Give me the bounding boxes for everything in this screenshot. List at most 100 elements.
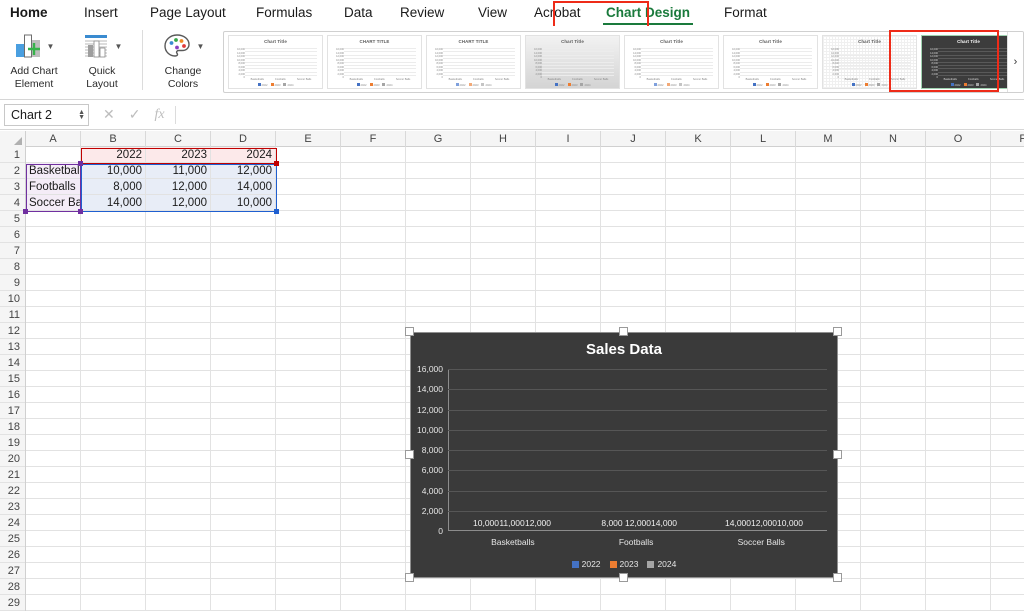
legend-item-2024[interactable]: 2024 [647, 559, 676, 569]
cell-J9[interactable] [601, 275, 666, 291]
cell-E19[interactable] [276, 435, 341, 451]
cell-O6[interactable] [926, 227, 991, 243]
chart-title[interactable]: Sales Data [411, 341, 837, 358]
cell-B4[interactable]: 14,000 [81, 195, 146, 211]
cell-F7[interactable] [341, 243, 406, 259]
cell-I2[interactable] [536, 163, 601, 179]
cell-J7[interactable] [601, 243, 666, 259]
row-header-23[interactable]: 23 [0, 499, 25, 515]
column-header-A[interactable]: A [26, 131, 81, 147]
cell-B5[interactable] [81, 211, 146, 227]
cell-P26[interactable] [991, 547, 1024, 563]
cell-C3[interactable]: 12,000 [146, 179, 211, 195]
select-all-corner-button[interactable] [0, 131, 26, 147]
cell-B3[interactable]: 8,000 [81, 179, 146, 195]
cell-C24[interactable] [146, 515, 211, 531]
cell-P28[interactable] [991, 579, 1024, 595]
cell-A21[interactable] [26, 467, 81, 483]
cell-H5[interactable] [471, 211, 536, 227]
plot-area[interactable]: 10,000 11,000 12,000 8,000 12,000 14,000 14,00… [417, 364, 827, 536]
cell-B24[interactable] [81, 515, 146, 531]
cell-K8[interactable] [666, 259, 731, 275]
column-header-P[interactable]: P [991, 131, 1024, 147]
cell-P29[interactable] [991, 595, 1024, 611]
cell-F27[interactable] [341, 563, 406, 579]
cell-B2[interactable]: 10,000 [81, 163, 146, 179]
cell-F22[interactable] [341, 483, 406, 499]
row-header-2[interactable]: 2 [0, 163, 25, 179]
cell-O11[interactable] [926, 307, 991, 323]
cell-O4[interactable] [926, 195, 991, 211]
cell-F16[interactable] [341, 387, 406, 403]
column-header-M[interactable]: M [796, 131, 861, 147]
cell-B27[interactable] [81, 563, 146, 579]
cell-A14[interactable] [26, 355, 81, 371]
cell-I4[interactable] [536, 195, 601, 211]
cell-E18[interactable] [276, 419, 341, 435]
cell-F26[interactable] [341, 547, 406, 563]
column-header-F[interactable]: F [341, 131, 406, 147]
cell-A3[interactable]: Footballs [26, 179, 81, 195]
insert-function-icon[interactable]: fx [154, 107, 164, 123]
cell-E8[interactable] [276, 259, 341, 275]
cell-B7[interactable] [81, 243, 146, 259]
cell-A4[interactable]: Soccer Balls [26, 195, 81, 211]
cell-E16[interactable] [276, 387, 341, 403]
cell-H1[interactable] [471, 147, 536, 163]
chart-resize-handle-sw[interactable] [405, 573, 414, 582]
cell-F5[interactable] [341, 211, 406, 227]
row-header-27[interactable]: 27 [0, 563, 25, 579]
cell-E5[interactable] [276, 211, 341, 227]
chart-object[interactable]: Sales Data 10,000 11,000 12,000 8,000 12,000… [410, 332, 838, 578]
cell-M28[interactable] [796, 579, 861, 595]
column-header-I[interactable]: I [536, 131, 601, 147]
cell-P11[interactable] [991, 307, 1024, 323]
cell-A22[interactable] [26, 483, 81, 499]
cell-I9[interactable] [536, 275, 601, 291]
cell-A26[interactable] [26, 547, 81, 563]
cell-O12[interactable] [926, 323, 991, 339]
cell-O15[interactable] [926, 371, 991, 387]
cell-M2[interactable] [796, 163, 861, 179]
cell-G1[interactable] [406, 147, 471, 163]
cell-F23[interactable] [341, 499, 406, 515]
name-box-spinner-icon[interactable]: ▲ ▼ [78, 109, 85, 121]
cell-P25[interactable] [991, 531, 1024, 547]
cell-O23[interactable] [926, 499, 991, 515]
row-header-6[interactable]: 6 [0, 227, 25, 243]
cell-G3[interactable] [406, 179, 471, 195]
chart-resize-handle-w[interactable] [405, 450, 414, 459]
cell-C11[interactable] [146, 307, 211, 323]
cell-L5[interactable] [731, 211, 796, 227]
cell-B10[interactable] [81, 291, 146, 307]
row-header-19[interactable]: 19 [0, 435, 25, 451]
cell-O27[interactable] [926, 563, 991, 579]
cell-H6[interactable] [471, 227, 536, 243]
cell-N25[interactable] [861, 531, 926, 547]
cell-F15[interactable] [341, 371, 406, 387]
cell-E13[interactable] [276, 339, 341, 355]
cell-N19[interactable] [861, 435, 926, 451]
change-colors-button[interactable]: ▼ Change Colors [149, 26, 217, 90]
cell-F10[interactable] [341, 291, 406, 307]
row-header-21[interactable]: 21 [0, 467, 25, 483]
cell-O28[interactable] [926, 579, 991, 595]
cell-F2[interactable] [341, 163, 406, 179]
row-header-11[interactable]: 11 [0, 307, 25, 323]
chart-resize-handle-s[interactable] [619, 573, 628, 582]
cell-A6[interactable] [26, 227, 81, 243]
cell-D28[interactable] [211, 579, 276, 595]
row-header-10[interactable]: 10 [0, 291, 25, 307]
cell-E11[interactable] [276, 307, 341, 323]
cell-A17[interactable] [26, 403, 81, 419]
ribbon-tab-data[interactable]: Data [338, 0, 379, 26]
cell-E15[interactable] [276, 371, 341, 387]
cell-P13[interactable] [991, 339, 1024, 355]
cell-B25[interactable] [81, 531, 146, 547]
cell-F18[interactable] [341, 419, 406, 435]
cell-N28[interactable] [861, 579, 926, 595]
ribbon-tab-review[interactable]: Review [394, 0, 450, 26]
row-header-9[interactable]: 9 [0, 275, 25, 291]
cell-I5[interactable] [536, 211, 601, 227]
cell-D4[interactable]: 10,000 [211, 195, 276, 211]
